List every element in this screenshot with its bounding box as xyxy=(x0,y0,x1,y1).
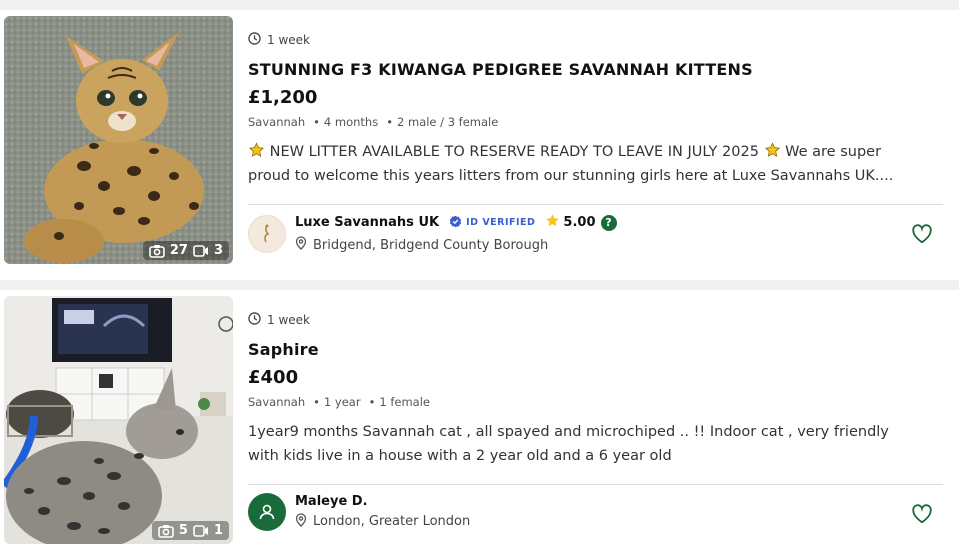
seller-info[interactable]: Luxe Savannahs UK ID VERIFIED 5.00 ? Bri… xyxy=(248,213,617,254)
desc-line-2: proud to welcome this years litters from… xyxy=(248,167,894,184)
divider xyxy=(248,484,943,485)
listing-meta: Savannah 1 year 1 female xyxy=(248,395,430,409)
seller-location: London, Greater London xyxy=(295,512,471,531)
seller-name[interactable]: Luxe Savannahs UK xyxy=(295,215,439,230)
divider xyxy=(248,204,943,205)
location-text: Bridgend, Bridgend County Borough xyxy=(313,237,549,253)
gender-detail-text: 2 male / 3 female xyxy=(397,115,499,129)
listing-body: 1 week STUNNING F3 KIWANGA PEDIGREE SAVA… xyxy=(248,10,943,280)
user-icon xyxy=(248,493,286,531)
clock-icon xyxy=(248,32,261,48)
listing-price: £400 xyxy=(248,367,299,388)
location-pin-icon xyxy=(295,236,307,254)
seller-info[interactable]: Maleye D. London, Greater London xyxy=(248,493,470,531)
age-text: 1 week xyxy=(267,313,310,327)
seller-rating: 5.00 ? xyxy=(545,213,617,232)
listing-body: 1 week Saphire £400 Savannah 1 year 1 fe… xyxy=(248,290,943,556)
gender-detail: 1 female xyxy=(369,395,430,409)
gender-detail-text: 1 female xyxy=(379,395,430,409)
listing-title[interactable]: STUNNING F3 KIWANGA PEDIGREE SAVANNAH KI… xyxy=(248,60,753,79)
seller-location: Bridgend, Bridgend County Borough xyxy=(295,236,617,254)
gender-detail: 2 male / 3 female xyxy=(386,115,498,129)
age-text: 1 week xyxy=(267,33,310,47)
age-detail: 4 months xyxy=(313,115,378,129)
video-count: 1 xyxy=(213,523,223,538)
location-text: London, Greater London xyxy=(313,514,471,529)
verified-label: ID VERIFIED xyxy=(466,217,536,228)
listing-card[interactable]: 5 1 1 week Saphire £400 Savannah 1 year … xyxy=(0,290,959,556)
desc-text-1-tail: We are super xyxy=(785,144,882,160)
location-pin-icon xyxy=(295,512,307,531)
verified-badge-icon xyxy=(449,215,462,231)
star-icon xyxy=(545,213,560,232)
heart-outline-icon xyxy=(911,224,933,248)
breed: Savannah xyxy=(248,115,306,129)
media-count-badge: 27 3 xyxy=(142,241,229,260)
listing-description: 1year9 months Savannah cat , all spayed … xyxy=(248,421,938,468)
seller-details: Maleye D. London, Greater London xyxy=(295,494,470,531)
video-icon xyxy=(193,524,209,537)
listing-card[interactable]: 27 3 1 week STUNNING F3 KIWANGA PEDIGREE… xyxy=(0,10,959,280)
media-count-badge: 5 1 xyxy=(151,521,229,540)
listing-description: NEW LITTER AVAILABLE TO RESERVE READY TO… xyxy=(248,141,938,188)
seller-logo xyxy=(248,214,286,253)
listing-age: 1 week xyxy=(248,312,310,328)
video-count: 3 xyxy=(213,243,223,258)
age-detail: 1 year xyxy=(313,395,361,409)
desc-line-2: with kids live in a house with a 2 year … xyxy=(248,447,672,464)
listing-meta: Savannah 4 months 2 male / 3 female xyxy=(248,115,498,129)
id-verified-badge: ID VERIFIED xyxy=(449,215,535,231)
video-icon xyxy=(193,244,209,257)
listing-age: 1 week xyxy=(248,32,310,48)
camera-icon xyxy=(158,524,174,538)
listings-list: 27 3 1 week STUNNING F3 KIWANGA PEDIGREE… xyxy=(0,0,959,556)
desc-line-1: NEW LITTER AVAILABLE TO RESERVE READY TO… xyxy=(248,141,938,165)
listing-photo[interactable]: 27 3 xyxy=(4,16,233,264)
seller-name[interactable]: Maleye D. xyxy=(295,494,368,509)
heart-outline-icon xyxy=(911,504,933,528)
camera-icon xyxy=(149,244,165,258)
favourite-button[interactable] xyxy=(909,223,935,249)
star-emoji-icon xyxy=(764,142,781,158)
listing-title[interactable]: Saphire xyxy=(248,340,319,359)
favourite-button[interactable] xyxy=(909,503,935,529)
seller-details: Luxe Savannahs UK ID VERIFIED 5.00 ? Bri… xyxy=(295,213,617,254)
desc-text-1: NEW LITTER AVAILABLE TO RESERVE READY TO… xyxy=(269,144,759,160)
age-detail-text: 4 months xyxy=(323,115,379,129)
age-detail-text: 1 year xyxy=(323,395,361,409)
rating-help-icon[interactable]: ? xyxy=(600,214,617,231)
star-emoji-icon xyxy=(248,142,265,158)
desc-line-1: 1year9 months Savannah cat , all spayed … xyxy=(248,424,889,440)
rating-value: 5.00 xyxy=(563,215,596,230)
listing-photo[interactable]: 5 1 xyxy=(4,296,233,544)
clock-icon xyxy=(248,312,261,328)
listing-price: £1,200 xyxy=(248,87,318,108)
breed: Savannah xyxy=(248,395,306,409)
photo-count: 27 xyxy=(169,243,188,258)
photo-count: 5 xyxy=(178,523,188,538)
